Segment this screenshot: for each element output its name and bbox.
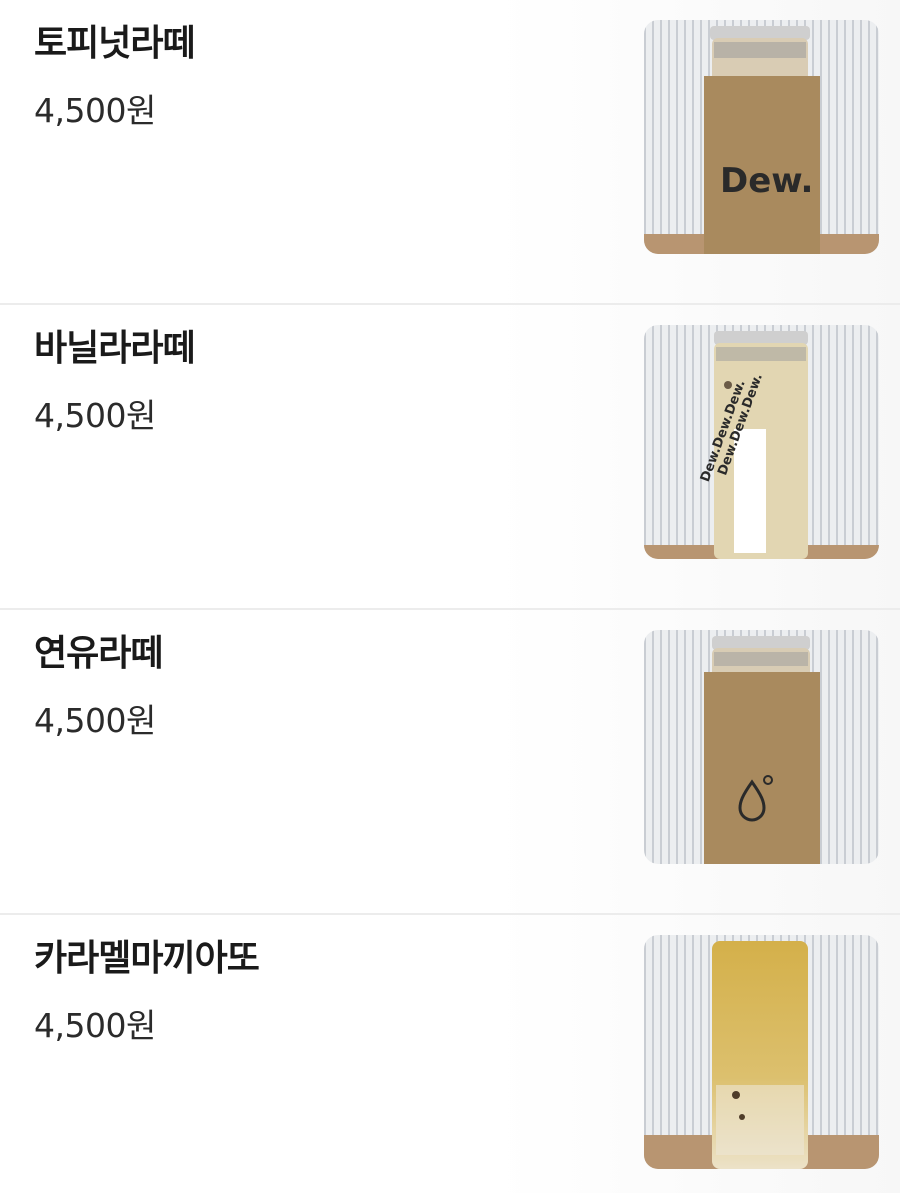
menu-item-price: 4,500원 xyxy=(34,396,156,435)
menu-item-price: 4,500원 xyxy=(34,701,156,740)
menu-list: 토피넛라떼 4,500원 Dew. 바닐라라떼 4,500원 Dew.Dew.D… xyxy=(0,0,900,1193)
menu-item-name: 바닐라라떼 xyxy=(34,328,196,369)
menu-item[interactable]: 토피넛라떼 4,500원 Dew. xyxy=(0,0,900,305)
menu-item-photo xyxy=(644,630,879,864)
menu-item[interactable]: 카라멜마끼아또 4,500원 xyxy=(0,915,900,1193)
menu-item-photo: Dew.Dew.Dew. Dew.Dew.Dew. xyxy=(644,325,879,559)
menu-item[interactable]: 연유라떼 4,500원 xyxy=(0,610,900,915)
menu-item-photo: Dew. xyxy=(644,20,879,254)
menu-item[interactable]: 바닐라라떼 4,500원 Dew.Dew.Dew. Dew.Dew.Dew. xyxy=(0,305,900,610)
menu-item-price: 4,500원 xyxy=(34,1006,156,1045)
menu-item-name: 카라멜마끼아또 xyxy=(34,938,260,979)
menu-item-name: 연유라떼 xyxy=(34,633,163,674)
menu-item-price: 4,500원 xyxy=(34,91,156,130)
menu-item-name: 토피넛라떼 xyxy=(34,23,196,64)
dew-logo-text: Dew. xyxy=(720,161,813,201)
menu-item-photo xyxy=(644,935,879,1169)
